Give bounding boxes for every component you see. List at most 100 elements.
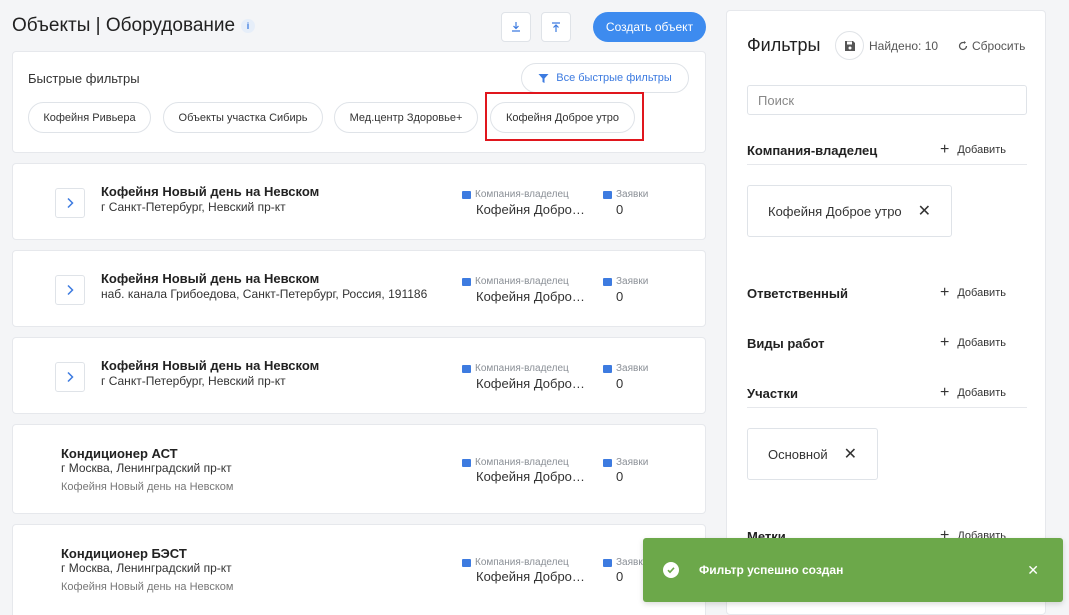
object-name: Кондиционер АСТ bbox=[61, 446, 178, 461]
reset-label: Сбросить bbox=[972, 39, 1026, 53]
divider bbox=[747, 407, 1027, 408]
clipboard-icon bbox=[603, 458, 612, 467]
owner-label: Компания-владелец bbox=[462, 189, 569, 200]
object-name: Кофейня Новый день на Невском bbox=[101, 184, 320, 199]
expand-button[interactable] bbox=[55, 362, 85, 392]
requests-value: 0 bbox=[616, 469, 624, 484]
owner-value: Кофейня Добро… bbox=[476, 202, 584, 217]
chevron-right-icon bbox=[67, 284, 74, 296]
quick-filter-chip[interactable]: Объекты участка Сибирь bbox=[163, 102, 323, 133]
briefcase-icon bbox=[462, 190, 471, 199]
all-quick-filters-label: Все быстрые фильтры bbox=[556, 72, 672, 84]
add-work-type-button[interactable]: + Добавить bbox=[940, 335, 1006, 351]
object-card[interactable]: Кондиционер АСТ г Москва, Ленинградский … bbox=[12, 424, 706, 514]
save-filter-button[interactable] bbox=[835, 31, 864, 60]
object-address: г Москва, Ленинградский пр-кт bbox=[61, 561, 232, 575]
requests-value: 0 bbox=[616, 376, 624, 391]
download-icon bbox=[512, 22, 520, 32]
plus-icon: + bbox=[940, 334, 950, 351]
object-card[interactable]: Кофейня Новый день на Невском г Санкт-Пе… bbox=[12, 337, 706, 414]
add-owner-button[interactable]: + Добавить bbox=[940, 142, 1006, 158]
owner-value: Кофейня Добро… bbox=[476, 469, 584, 484]
reset-button[interactable]: Сбросить bbox=[958, 39, 1025, 53]
add-site-button[interactable]: + Добавить bbox=[940, 385, 1006, 401]
requests-value: 0 bbox=[616, 202, 624, 217]
responsible-section-label: Ответственный bbox=[747, 286, 848, 301]
save-icon bbox=[844, 40, 855, 51]
object-card[interactable]: Кофейня Новый день на Невском наб. канал… bbox=[12, 250, 706, 327]
briefcase-icon bbox=[462, 364, 471, 373]
remove-tag-icon[interactable]: ✕ bbox=[918, 201, 931, 221]
remove-tag-icon[interactable]: ✕ bbox=[844, 444, 857, 464]
site-filter-tag-label: Основной bbox=[768, 446, 828, 462]
object-card[interactable]: Кофейня Новый день на Невском г Санкт-Пе… bbox=[12, 163, 706, 240]
upload-button[interactable] bbox=[541, 12, 571, 42]
owner-filter-tag-label: Кофейня Доброе утро bbox=[768, 203, 902, 219]
object-name: Кондиционер БЭСТ bbox=[61, 546, 187, 561]
divider bbox=[747, 164, 1027, 165]
requests-value: 0 bbox=[616, 569, 624, 584]
briefcase-icon bbox=[462, 558, 471, 567]
owner-label: Компания-владелец bbox=[462, 363, 569, 374]
plus-icon: + bbox=[940, 384, 950, 401]
success-toast: Фильтр успешно создан ✕ bbox=[643, 538, 1063, 602]
requests-value: 0 bbox=[616, 289, 624, 304]
add-responsible-button[interactable]: + Добавить bbox=[940, 285, 1006, 301]
plus-icon: + bbox=[940, 141, 950, 158]
parent-object: Кофейня Новый день на Невском bbox=[61, 581, 234, 593]
filter-icon bbox=[538, 73, 549, 83]
object-address: г Санкт-Петербург, Невский пр-кт bbox=[101, 200, 286, 214]
chevron-right-icon bbox=[67, 371, 74, 383]
object-address: г Санкт-Петербург, Невский пр-кт bbox=[101, 374, 286, 388]
found-count: Найдено: 10 bbox=[869, 39, 939, 53]
object-address: г Москва, Ленинградский пр-кт bbox=[61, 461, 232, 475]
briefcase-icon bbox=[462, 458, 471, 467]
sites-section-label: Участки bbox=[747, 386, 798, 401]
quick-filter-chip[interactable]: Мед.центр Здоровье+ bbox=[334, 102, 478, 133]
owner-label: Компания-владелец bbox=[462, 457, 569, 468]
quick-filter-chip[interactable]: Кофейня Ривьера bbox=[28, 102, 151, 133]
toast-message: Фильтр успешно создан bbox=[699, 563, 844, 577]
object-card[interactable]: Кондиционер БЭСТ г Москва, Ленинградский… bbox=[12, 524, 706, 615]
owner-label: Компания-владелец bbox=[462, 557, 569, 568]
upload-icon bbox=[552, 22, 560, 32]
check-icon bbox=[663, 562, 679, 578]
requests-label: Заявки bbox=[603, 189, 648, 200]
object-address: наб. канала Грибоедова, Санкт-Петербург,… bbox=[101, 287, 428, 301]
briefcase-icon bbox=[462, 277, 471, 286]
expand-button[interactable] bbox=[55, 188, 85, 218]
work-types-section-label: Виды работ bbox=[747, 336, 825, 351]
clipboard-icon bbox=[603, 190, 612, 199]
plus-icon: + bbox=[940, 284, 950, 301]
requests-label: Заявки bbox=[603, 276, 648, 287]
requests-label: Заявки bbox=[603, 363, 648, 374]
filters-title: Фильтры bbox=[747, 35, 821, 55]
expand-button[interactable] bbox=[55, 275, 85, 305]
object-name: Кофейня Новый день на Невском bbox=[101, 271, 320, 286]
all-quick-filters-button[interactable]: Все быстрые фильтры bbox=[521, 63, 689, 93]
quick-filters-card: Быстрые фильтры Все быстрые фильтры Кофе… bbox=[12, 51, 706, 153]
owner-value: Кофейня Добро… bbox=[476, 569, 584, 584]
owner-section-label: Компания-владелец bbox=[747, 143, 878, 158]
reset-icon bbox=[958, 41, 968, 51]
parent-object: Кофейня Новый день на Невском bbox=[61, 481, 234, 493]
info-icon[interactable]: i bbox=[241, 19, 255, 33]
site-filter-tag: Основной ✕ bbox=[747, 428, 879, 480]
page-header: Объекты | Оборудование i Создать объект bbox=[12, 12, 706, 42]
highlight-box bbox=[485, 92, 644, 141]
close-icon[interactable]: ✕ bbox=[1027, 562, 1039, 579]
owner-filter-tag: Кофейня Доброе утро ✕ bbox=[747, 185, 953, 237]
create-object-button[interactable]: Создать объект bbox=[593, 12, 706, 42]
requests-label: Заявки bbox=[603, 557, 648, 568]
clipboard-icon bbox=[603, 277, 612, 286]
owner-value: Кофейня Добро… bbox=[476, 289, 584, 304]
requests-label: Заявки bbox=[603, 457, 648, 468]
filter-search-input[interactable] bbox=[747, 85, 1027, 115]
filters-panel: Фильтры Найдено: 10 Сбросить Компания-вл… bbox=[726, 10, 1046, 615]
owner-value: Кофейня Добро… bbox=[476, 376, 584, 391]
page-title: Объекты | Оборудование bbox=[12, 15, 236, 36]
chevron-right-icon bbox=[67, 197, 74, 209]
clipboard-icon bbox=[603, 558, 612, 567]
download-button[interactable] bbox=[501, 12, 531, 42]
owner-label: Компания-владелец bbox=[462, 276, 569, 287]
